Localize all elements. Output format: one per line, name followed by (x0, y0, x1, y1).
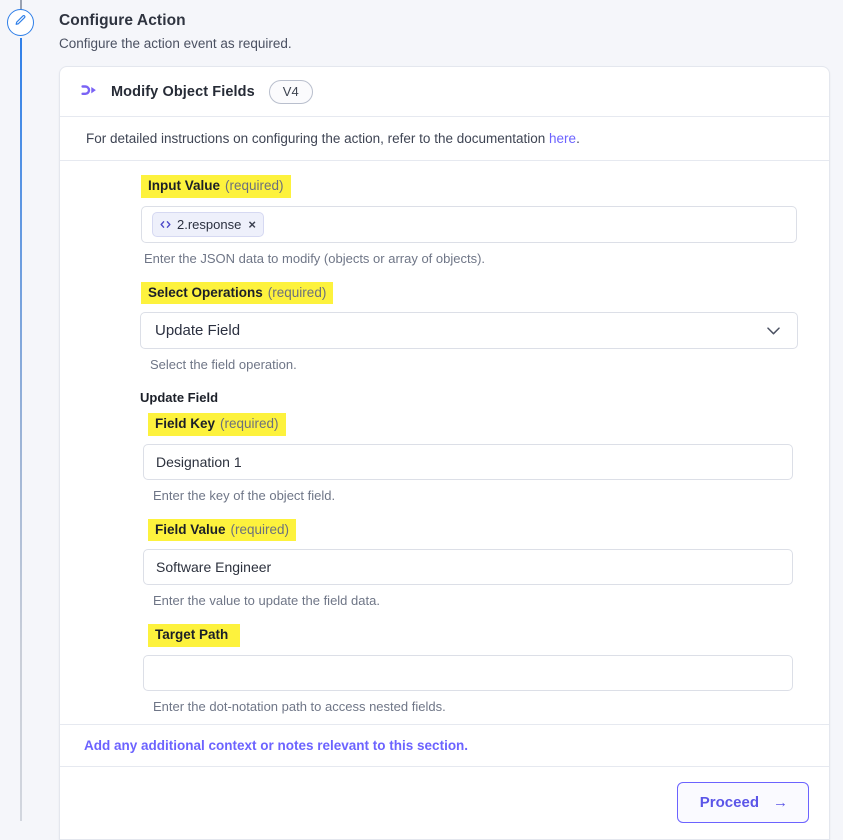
chip-label: 2.response (177, 216, 242, 232)
arrow-right-icon: → (773, 794, 788, 812)
configure-action-card: Modify Object Fields V4 For detailed ins… (59, 66, 830, 840)
select-operations-helper: Select the field operation. (150, 357, 297, 373)
select-operations-dropdown[interactable]: Update Field (140, 312, 798, 350)
update-field-group-title: Update Field (140, 390, 219, 406)
field-key-value: Designation 1 (156, 453, 242, 470)
add-notes-link[interactable]: Add any additional context or notes rele… (60, 723, 829, 767)
input-value-field[interactable]: 2.response × (141, 205, 797, 243)
code-icon (159, 218, 172, 231)
pencil-icon (14, 14, 27, 32)
select-operations-value: Update Field (155, 322, 241, 340)
token-chip-2-response[interactable]: 2.response × (152, 211, 264, 237)
version-badge: V4 (268, 79, 313, 104)
chip-remove-icon[interactable]: × (248, 218, 256, 231)
page-header: Configure Action Configure the action ev… (59, 0, 843, 51)
chevron-down-icon[interactable] (764, 321, 783, 340)
select-operations-label: Select Operations (required) (141, 281, 334, 305)
input-value-required-note: (required) (225, 178, 284, 193)
flow-branch-icon (78, 81, 100, 103)
update-field-group: Update Field Field Key (required) Designa… (60, 390, 829, 714)
doc-text-after: . (576, 131, 580, 146)
card-header: Modify Object Fields V4 (60, 67, 829, 117)
target-path-input[interactable] (143, 654, 793, 691)
documentation-link[interactable]: here (549, 131, 576, 146)
doc-text-before: For detailed instructions on configuring… (86, 131, 550, 146)
field-key-label-row: Field Key (required) (148, 413, 829, 436)
action-title: Modify Object Fields (111, 83, 255, 100)
input-value-helper: Enter the JSON data to modify (objects o… (144, 250, 486, 266)
card-footer: Proceed → (60, 767, 829, 839)
target-path-helper: Enter the dot-notation path to access ne… (153, 698, 446, 714)
field-input-value: Input Value (required) 2.response × Enter… (60, 175, 829, 266)
rail-line (20, 38, 22, 821)
field-key-input[interactable]: Designation 1 (143, 443, 793, 480)
field-value-label-row: Field Value (required) (148, 518, 829, 542)
documentation-note: For detailed instructions on configuring… (60, 117, 829, 161)
field-key-required-note: (required) (220, 416, 279, 432)
target-path-label: Target Path (148, 624, 241, 647)
field-value-helper: Enter the value to update the field data… (153, 593, 380, 609)
proceed-button-label: Proceed (699, 794, 759, 812)
page-subtitle: Configure the action event as required. (59, 36, 292, 51)
select-operations-required-note: (required) (267, 284, 327, 300)
field-key-label: Field Key (required) (148, 413, 286, 436)
timeline-rail (0, 0, 59, 821)
field-value-value: Software Engineer (156, 559, 272, 576)
field-value-input[interactable]: Software Engineer (143, 549, 793, 586)
input-value-label-row: Input Value (required) (141, 175, 829, 198)
target-path-label-row: Target Path (148, 624, 829, 647)
field-value-required-note: (required) (230, 521, 290, 537)
fields-container: Input Value (required) 2.response × Enter… (60, 161, 829, 724)
select-operations-label-row: Select Operations (required) (141, 281, 829, 305)
rail-step-node[interactable] (7, 9, 34, 36)
field-field-key: Field Key (required) Designation 1 Enter … (60, 413, 829, 503)
input-value-label: Input Value (required) (141, 175, 291, 198)
field-select-operations: Select Operations (required) Update Field… (60, 281, 829, 373)
page-title: Configure Action (59, 12, 186, 29)
proceed-button[interactable]: Proceed → (676, 782, 809, 824)
field-key-helper: Enter the key of the object field. (153, 487, 336, 503)
field-value-label: Field Value (required) (148, 518, 297, 542)
field-target-path: Target Path Enter the dot-notation path … (60, 624, 829, 714)
field-field-value: Field Value (required) Software Engineer … (60, 518, 829, 609)
